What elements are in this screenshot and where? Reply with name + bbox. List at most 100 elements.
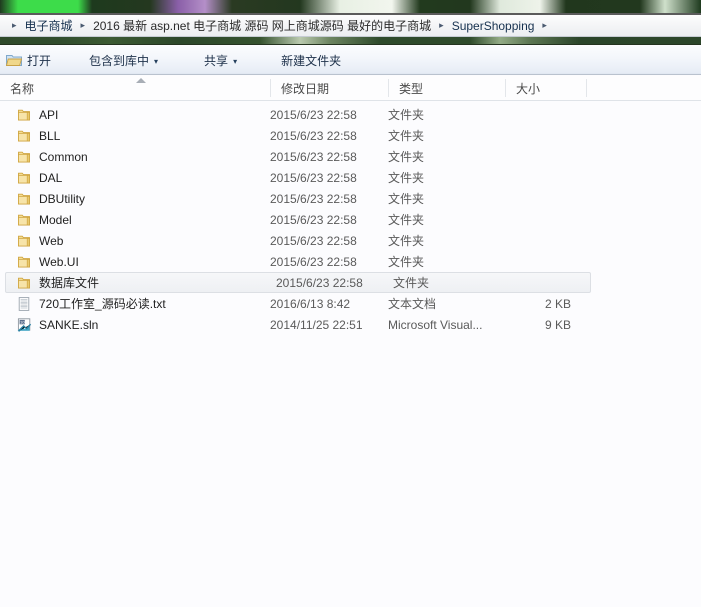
file-date-cell: 2015/6/23 22:58 [270,212,357,227]
table-row[interactable]: 数据库文件 2015/6/23 22:58 文件夹 [5,272,591,293]
file-name-cell[interactable]: 720工作室_源码必读.txt [0,295,270,312]
file-name-cell[interactable]: BLL [0,128,270,144]
file-type-cell: 文件夹 [388,234,425,248]
file-date-cell: 2015/6/23 22:58 [270,149,357,164]
column-header-size[interactable]: 大小 [506,76,586,100]
svg-text:10: 10 [20,319,25,324]
sort-ascending-icon [136,78,146,83]
share-button[interactable]: 共享 ▾ [196,49,245,71]
column-divider[interactable] [586,79,587,97]
file-type-cell: 文件夹 [388,213,425,227]
file-name-cell[interactable]: Web [0,233,270,249]
folder-icon [16,149,33,165]
table-row[interactable]: Web.UI 2015/6/23 22:58 文件夹 [0,251,701,272]
address-bar[interactable]: ▸ 电子商城 ▸ 2016 最新 asp.net 电子商城 源码 网上商城源码 … [0,15,701,37]
file-date-cell: 2015/6/23 22:58 [270,233,357,248]
folder-icon [16,275,33,291]
folder-icon [16,170,33,186]
table-row[interactable]: Model 2015/6/23 22:58 文件夹 [0,209,701,230]
column-header-size-label: 大小 [516,81,541,96]
file-type-cell: 文本文档 [388,297,437,311]
folder-icon [16,128,33,144]
breadcrumb-chevron-icon[interactable]: ▸ [542,21,547,30]
table-row[interactable]: 10 SANKE.sln 2014/11/25 22:51 Microsoft Vis… [0,314,701,335]
file-type-cell: Microsoft Visual... [388,317,483,332]
table-row[interactable]: Web 2015/6/23 22:58 文件夹 [0,230,701,251]
file-date-cell: 2015/6/23 22:58 [270,107,357,122]
chevron-down-icon: ▾ [154,56,159,66]
text-file-icon [16,296,33,312]
share-button-label: 共享 [204,53,229,68]
file-name-cell[interactable]: DBUtility [0,191,270,207]
file-name-label: 数据库文件 [39,276,100,290]
open-folder-icon [5,53,23,67]
column-header-type[interactable]: 类型 [389,76,505,100]
folder-icon [16,254,33,270]
file-name-label: API [39,107,59,122]
open-button[interactable]: 打开 [0,49,59,71]
window-background-band [0,37,701,45]
file-name-cell[interactable]: Common [0,149,270,165]
file-type-cell: 文件夹 [388,108,425,122]
file-name-label: Model [39,212,72,227]
file-name-cell[interactable]: Model [0,212,270,228]
table-row[interactable]: DAL 2015/6/23 22:58 文件夹 [0,167,701,188]
file-list: API 2015/6/23 22:58 文件夹 BLL 2015/6/23 22:58 文… [0,104,701,335]
file-name-label: DBUtility [39,191,86,206]
breadcrumb-item-1[interactable]: 2016 最新 asp.net 电子商城 源码 网上商城源码 最好的电子商城 [91,16,433,35]
file-size-cell: 2 KB [544,296,571,311]
breadcrumb-item-2[interactable]: SuperShopping [450,18,537,34]
file-name-cell[interactable]: Web.UI [0,254,270,270]
new-folder-button[interactable]: 新建文件夹 [273,49,349,71]
file-type-cell: 文件夹 [388,171,425,185]
file-type-cell: 文件夹 [388,150,425,164]
chevron-down-icon: ▾ [233,56,238,66]
file-name-label: 720工作室_源码必读.txt [39,297,166,311]
breadcrumb-chevron-icon[interactable]: ▸ [81,21,86,30]
file-name-label: Web [39,233,64,248]
file-type-cell: 文件夹 [388,255,425,269]
folder-icon [16,212,33,228]
file-name-cell[interactable]: API [0,107,270,123]
file-type-cell: 文件夹 [393,276,430,290]
include-in-library-button[interactable]: 包含到库中 ▾ [81,49,166,71]
file-name-label: BLL [39,128,61,143]
file-name-label: Common [39,149,88,164]
column-header-type-label: 类型 [399,81,424,96]
column-header-name-label: 名称 [10,81,35,96]
breadcrumb-chevron-icon: ▸ [12,20,17,30]
file-type-cell: 文件夹 [388,192,425,206]
folder-icon [16,107,33,123]
file-name-cell[interactable]: 数据库文件 [6,274,276,291]
desktop-background-strip [0,0,701,14]
table-row[interactable]: API 2015/6/23 22:58 文件夹 [0,104,701,125]
solution-file-icon: 10 [16,317,33,333]
command-toolbar: 打开 包含到库中 ▾ 共享 ▾ 新建文件夹 [0,46,701,75]
file-name-label: DAL [39,170,63,185]
include-in-library-label: 包含到库中 [89,53,150,68]
explorer-window: ▸ 电子商城 ▸ 2016 最新 asp.net 电子商城 源码 网上商城源码 … [0,0,701,607]
breadcrumb-item-0[interactable]: 电子商城 [23,16,75,35]
file-date-cell: 2015/6/23 22:58 [276,275,363,290]
breadcrumb-chevron-icon[interactable]: ▸ [439,21,444,30]
file-date-cell: 2015/6/23 22:58 [270,191,357,206]
table-row[interactable]: Common 2015/6/23 22:58 文件夹 [0,146,701,167]
file-date-cell: 2015/6/23 22:58 [270,128,357,143]
file-name-cell[interactable]: DAL [0,170,270,186]
column-header-date-modified[interactable]: 修改日期 [271,76,388,100]
file-date-cell: 2015/6/23 22:58 [270,170,357,185]
file-date-cell: 2016/6/13 8:42 [270,296,351,311]
file-date-cell: 2015/6/23 22:58 [270,254,357,269]
file-name-cell[interactable]: 10 SANKE.sln [0,317,270,333]
column-header-date-label: 修改日期 [281,81,330,96]
file-type-cell: 文件夹 [388,129,425,143]
file-name-label: SANKE.sln [39,317,99,332]
file-size-cell: 9 KB [544,317,571,332]
table-row[interactable]: 720工作室_源码必读.txt 2016/6/13 8:42 文本文档 2 KB [0,293,701,314]
column-header-row: 名称 修改日期 类型 大小 [0,76,701,101]
column-header-name[interactable]: 名称 [0,76,270,100]
open-button-label: 打开 [27,53,52,68]
new-folder-label: 新建文件夹 [281,53,342,68]
table-row[interactable]: DBUtility 2015/6/23 22:58 文件夹 [0,188,701,209]
table-row[interactable]: BLL 2015/6/23 22:58 文件夹 [0,125,701,146]
